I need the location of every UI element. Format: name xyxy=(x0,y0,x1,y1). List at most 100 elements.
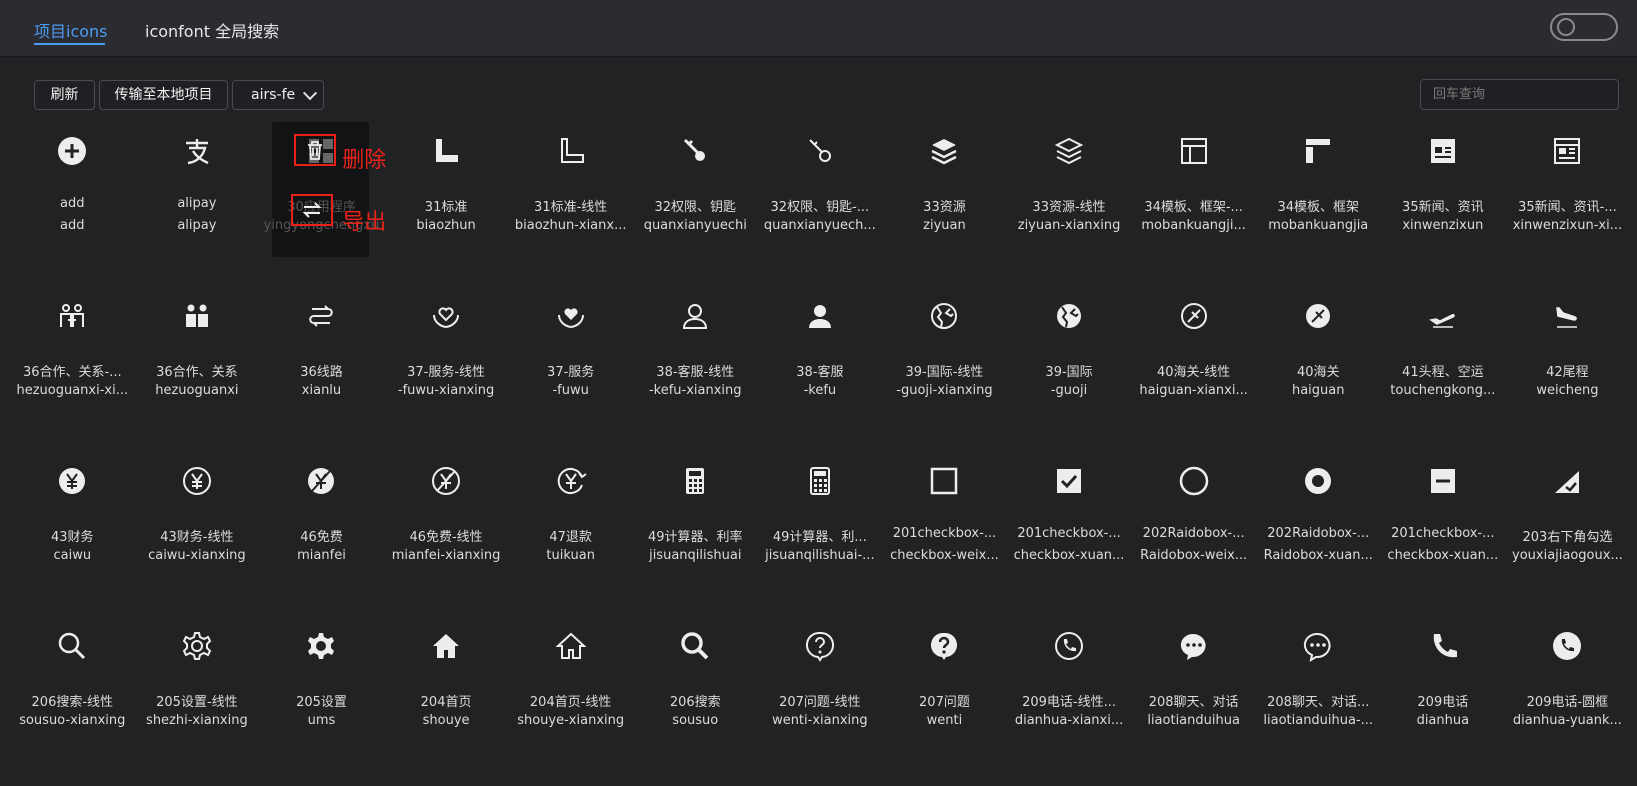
theme-toggle[interactable] xyxy=(1550,13,1618,41)
icon-card[interactable]: 30应用程序 yingyongchengxu 删除 导出 xyxy=(259,122,387,257)
icon-card[interactable]: 209电话-圆框 dianhua-yuank... xyxy=(1505,617,1630,747)
icon-card[interactable]: 201checkbox-... checkbox-weix... xyxy=(882,452,1007,582)
icon-code: -guoji-xianxing xyxy=(896,383,993,398)
icon-card[interactable]: 36合作、关系-... hezuoguanxi-xi... xyxy=(10,287,135,417)
icon-card[interactable]: 31标准-线性 biaozhun-xianx... xyxy=(508,122,633,252)
tab-project-icons[interactable]: 项目icons xyxy=(34,18,108,42)
icon-card[interactable]: 204首页-线性 shouye-xianxing xyxy=(508,617,633,747)
export-button[interactable] xyxy=(291,194,334,226)
yen-outline-icon xyxy=(180,464,214,498)
icon-code: biaozhun-xianx... xyxy=(514,218,627,233)
icon-card[interactable]: 205设置-线性 shezhi-xianxing xyxy=(135,617,260,747)
icon-code: caiwu xyxy=(53,548,92,563)
icon-card[interactable]: 49计算器、利... jisuanqilishuai-... xyxy=(758,452,883,582)
icon-card[interactable]: 38-客服 -kefu xyxy=(758,287,883,417)
icon-card[interactable]: 34模板、框架-... mobankuangji... xyxy=(1131,122,1256,252)
icon-card[interactable]: 41头程、空运 touchengkong... xyxy=(1381,287,1506,417)
icon-card[interactable]: 202Raidobox-... Raidobox-xuan... xyxy=(1256,452,1381,582)
icon-code: -kefu xyxy=(803,383,837,398)
project-select[interactable]: airs-fe xyxy=(232,80,324,110)
icon-card[interactable]: add add xyxy=(10,122,135,252)
icon-card[interactable]: 202Raidobox-... Raidobox-weix... xyxy=(1131,452,1256,582)
support-filled-icon xyxy=(803,299,837,333)
icon-name: 38-客服 xyxy=(796,365,844,380)
icon-name: 33资源 xyxy=(923,200,966,215)
icon-card[interactable]: 42尾程 weicheng xyxy=(1505,287,1630,417)
icon-name: 42尾程 xyxy=(1546,365,1589,380)
icon-card[interactable]: 47退款 tuikuan xyxy=(508,452,633,582)
icon-card[interactable]: 43财务 caiwu xyxy=(10,452,135,582)
icon-card[interactable]: 205设置 ums xyxy=(259,617,384,747)
radio-checked-icon xyxy=(1301,464,1335,498)
icon-code: dianhua xyxy=(1416,713,1470,728)
icon-card[interactable]: 201checkbox-... checkbox-xuan... xyxy=(1007,452,1132,582)
icon-card[interactable]: 46免费-线性 mianfei-xianxing xyxy=(384,452,509,582)
icon-card[interactable]: 207问题 wenti xyxy=(882,617,1007,747)
delete-button[interactable] xyxy=(294,134,337,166)
icon-card[interactable]: 32权限、钥匙 quanxianyuechi xyxy=(633,122,758,252)
icon-card[interactable]: 33资源 ziyuan xyxy=(882,122,1007,252)
tab-iconfont-search[interactable]: iconfont 全局搜索 xyxy=(145,18,279,42)
icon-name: 31标准 xyxy=(424,200,468,215)
chat-outline-icon xyxy=(1301,629,1335,663)
icon-name: 39-国际-线性 xyxy=(905,365,984,380)
question-filled-icon xyxy=(927,629,961,663)
icon-card[interactable]: 32权限、钥匙-... quanxianyuech... xyxy=(758,122,883,252)
icon-card[interactable]: 49计算器、利率 jisuanqilishuai xyxy=(633,452,758,582)
icon-card[interactable]: 40海关-线性 haiguan-xianxi... xyxy=(1131,287,1256,417)
icon-name: 205设置-线性 xyxy=(156,695,238,710)
icon-card[interactable]: 40海关 haiguan xyxy=(1256,287,1381,417)
icon-code: shouye-xianxing xyxy=(517,713,625,728)
customs-outline-icon xyxy=(1177,299,1211,333)
icon-card[interactable]: 39-国际 -guoji xyxy=(1007,287,1132,417)
icon-name: 39-国际 xyxy=(1045,365,1093,380)
icon-code: sousuo-xianxing xyxy=(19,713,126,728)
icon-name: 205设置 xyxy=(296,695,347,710)
icon-card[interactable]: 36线路 xianlu xyxy=(259,287,384,417)
icon-card[interactable]: 36合作、关系 hezuoguanxi xyxy=(135,287,260,417)
icon-code: weicheng xyxy=(1536,383,1599,398)
icon-name: 35新闻、资讯-... xyxy=(1518,200,1617,215)
icon-card[interactable]: 31标准 biaozhun xyxy=(384,122,509,252)
icon-card[interactable]: 207问题-线性 wenti-xianxing xyxy=(758,617,883,747)
icon-card[interactable]: 201checkbox-... checkbox-xuan... xyxy=(1381,452,1506,582)
template-outline-icon xyxy=(1177,134,1211,168)
icon-card[interactable]: 208聊天、对话... liaotianduihua-... xyxy=(1256,617,1381,747)
transfer-to-local-button[interactable]: 传输至本地项目 xyxy=(99,80,228,110)
icon-card[interactable]: 35新闻、资讯-... xinwenzixun-xi... xyxy=(1505,122,1630,252)
icon-card[interactable]: 209电话-线性... dianhua-xianxi... xyxy=(1007,617,1132,747)
icon-card[interactable]: 37-服务 -fuwu xyxy=(508,287,633,417)
trash-icon xyxy=(308,141,323,160)
icon-code: mobankuangji... xyxy=(1141,218,1246,233)
icon-card[interactable]: 33资源-线性 ziyuan-xianxing xyxy=(1007,122,1132,252)
refund-icon xyxy=(554,464,588,498)
icon-card[interactable]: 209电话 dianhua xyxy=(1381,617,1506,747)
icon-card[interactable]: 208聊天、对话 liaotianduihua xyxy=(1131,617,1256,747)
ruler-outline-icon xyxy=(554,134,588,168)
search-input[interactable] xyxy=(1420,79,1619,110)
refresh-button[interactable]: 刷新 xyxy=(34,80,95,110)
export-label: 导出 xyxy=(342,210,387,235)
question-outline-icon xyxy=(803,629,837,663)
customs-filled-icon xyxy=(1301,299,1335,333)
icon-card[interactable]: 206搜索 sousuo xyxy=(633,617,758,747)
icon-card[interactable]: 203右下角勾选 youxiajiaogoux... xyxy=(1505,452,1630,582)
icon-card[interactable]: 34模板、框架 mobankuangjia xyxy=(1256,122,1381,252)
icon-card[interactable]: 35新闻、资讯 xinwenzixun xyxy=(1381,122,1506,252)
icon-name: 204首页-线性 xyxy=(529,695,612,710)
icon-card[interactable]: 46免费 mianfei xyxy=(259,452,384,582)
icon-name: 34模板、框架 xyxy=(1277,200,1359,215)
icon-code: jisuanqilishuai-... xyxy=(765,548,875,563)
icon-card[interactable]: 37-服务-线性 -fuwu-xianxing xyxy=(384,287,509,417)
icon-card[interactable]: 38-客服-线性 -kefu-xianxing xyxy=(633,287,758,417)
icon-code: -guoji xyxy=(1050,383,1088,398)
partners-outline-icon xyxy=(55,299,89,333)
icon-code: Raidobox-xuan... xyxy=(1263,548,1373,563)
icon-card[interactable]: 43财务-线性 caiwu-xianxing xyxy=(135,452,260,582)
icon-card[interactable]: alipay alipay xyxy=(135,122,260,252)
icon-code: biaozhun xyxy=(416,218,476,233)
icon-name: add xyxy=(60,196,85,211)
icon-card[interactable]: 204首页 shouye xyxy=(384,617,509,747)
icon-card[interactable]: 206搜索-线性 sousuo-xianxing xyxy=(10,617,135,747)
icon-card[interactable]: 39-国际-线性 -guoji-xianxing xyxy=(882,287,1007,417)
